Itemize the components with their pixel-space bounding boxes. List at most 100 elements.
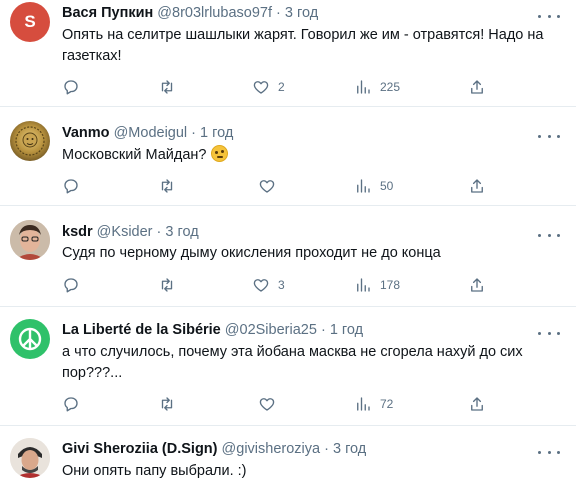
- author-handle[interactable]: @givisheroziya: [222, 441, 321, 457]
- tweet[interactable]: S Вася Пупкин @8r03lrlubaso97f · 3 год О…: [0, 0, 576, 107]
- share-button[interactable]: [468, 275, 486, 295]
- more-icon[interactable]: [538, 327, 560, 339]
- face-with-rolling-eyes-icon: [210, 145, 228, 162]
- avatar[interactable]: [10, 220, 50, 260]
- avatar[interactable]: S: [10, 2, 50, 42]
- reply-icon: [64, 80, 78, 95]
- author-name[interactable]: ksdr: [62, 224, 93, 240]
- tweet-header: Вася Пупкин @8r03lrlubaso97f · 3 год: [62, 3, 530, 23]
- tweet-text: Они опять папу выбрали. :): [62, 463, 247, 479]
- action-bar: 2 225: [62, 77, 492, 97]
- tweet-text: Московский Майдан?: [62, 145, 560, 166]
- author-name[interactable]: Vanmo: [62, 125, 110, 141]
- views-count: 178: [380, 278, 401, 292]
- lion-emblem-icon: [15, 126, 45, 156]
- timestamp[interactable]: 3 год: [165, 224, 198, 240]
- like-icon: [259, 180, 275, 193]
- views-icon: [357, 179, 370, 193]
- views-icon: [357, 397, 370, 411]
- like-count: 2: [278, 80, 285, 94]
- retweet-icon: [161, 179, 173, 193]
- share-icon: [471, 397, 483, 411]
- author-handle[interactable]: @8r03lrlubaso97f: [157, 5, 272, 21]
- views-icon: [357, 278, 370, 292]
- more-icon[interactable]: [538, 10, 560, 22]
- avatar[interactable]: [10, 121, 50, 161]
- tweet-text: а что случилось, почему эта йобана маскв…: [62, 344, 523, 381]
- like-button[interactable]: [258, 176, 276, 196]
- author-name[interactable]: Givi Sheroziia (D.Sign): [62, 441, 218, 457]
- tweet-header: ksdr @Ksider · 3 год: [62, 222, 530, 242]
- tweet-header: Givi Sheroziia (D.Sign) @givisheroziya ·…: [62, 439, 530, 459]
- action-bar: 50: [62, 176, 492, 196]
- share-button[interactable]: [468, 77, 486, 97]
- timestamp[interactable]: 3 год: [333, 441, 366, 457]
- retweet-icon: [161, 278, 173, 292]
- avatar[interactable]: [10, 438, 50, 478]
- share-icon: [471, 179, 483, 193]
- views-count: 50: [380, 179, 394, 193]
- tweet-text-content: Московский Майдан?: [62, 147, 207, 163]
- author-handle[interactable]: @Modeigul: [114, 125, 188, 141]
- tweet-text: Опять на селитре шашлыки жарят. Говорил …: [62, 27, 544, 64]
- views-button[interactable]: 72: [354, 394, 393, 414]
- author-handle[interactable]: @Ksider: [97, 224, 153, 240]
- timestamp[interactable]: 1 год: [200, 125, 233, 141]
- tweet[interactable]: Givi Sheroziia (D.Sign) @givisheroziya ·…: [0, 426, 576, 485]
- tweet-header: Vanmo @Modeigul · 1 год: [62, 123, 530, 143]
- views-button[interactable]: 178: [354, 275, 400, 295]
- author-name[interactable]: La Liberté de la Sibérie: [62, 322, 221, 338]
- reply-button[interactable]: [62, 176, 80, 196]
- user-photo-icon: [10, 438, 50, 478]
- reply-button[interactable]: [62, 394, 80, 414]
- views-count: 225: [380, 80, 401, 94]
- peace-sign-icon: [18, 327, 42, 351]
- separator-dot: ·: [320, 322, 326, 338]
- retweet-button[interactable]: [158, 275, 176, 295]
- like-button[interactable]: 3: [252, 275, 285, 295]
- like-count: 3: [278, 278, 285, 292]
- tweet[interactable]: ksdr @Ksider · 3 год Судя по черному дым…: [0, 206, 576, 307]
- retweet-button[interactable]: [158, 77, 176, 97]
- tweet-header: La Liberté de la Sibérie @02Siberia25 · …: [62, 320, 530, 340]
- tweet-text: Судя по черному дыму окисления проходит …: [62, 245, 441, 261]
- share-icon: [471, 80, 483, 94]
- like-icon: [259, 398, 275, 411]
- reply-icon: [64, 397, 78, 412]
- like-button[interactable]: [258, 394, 276, 414]
- retweet-button[interactable]: [158, 176, 176, 196]
- share-button[interactable]: [468, 394, 486, 414]
- like-icon: [253, 279, 269, 292]
- more-icon[interactable]: [538, 446, 560, 458]
- avatar[interactable]: [10, 319, 50, 359]
- reply-icon: [64, 278, 78, 293]
- retweet-button[interactable]: [158, 394, 176, 414]
- reply-button[interactable]: [62, 275, 80, 295]
- retweet-icon: [161, 397, 173, 411]
- more-icon[interactable]: [538, 130, 560, 142]
- share-icon: [471, 278, 483, 292]
- views-button[interactable]: 225: [354, 77, 400, 97]
- timestamp[interactable]: 3 год: [285, 5, 318, 21]
- user-photo-icon: [10, 220, 50, 260]
- author-name[interactable]: Вася Пупкин: [62, 5, 153, 21]
- reply-icon: [64, 179, 78, 194]
- action-bar: 72: [62, 394, 492, 414]
- like-icon: [253, 81, 269, 94]
- like-button[interactable]: 2: [252, 77, 285, 97]
- share-button[interactable]: [468, 176, 486, 196]
- separator-dot: ·: [276, 5, 281, 21]
- tweet[interactable]: La Liberté de la Sibérie @02Siberia25 · …: [0, 307, 576, 426]
- author-handle[interactable]: @02Siberia25: [225, 322, 317, 338]
- more-icon[interactable]: [538, 229, 560, 241]
- timestamp[interactable]: 1 год: [330, 322, 363, 338]
- action-bar: 3 178: [62, 275, 492, 295]
- tweet[interactable]: Vanmo @Modeigul · 1 год Московский Майда…: [0, 107, 576, 206]
- views-count: 72: [380, 397, 394, 411]
- separator-dot: ·: [156, 224, 162, 240]
- views-button[interactable]: 50: [354, 176, 393, 196]
- separator-dot: ·: [191, 125, 197, 141]
- reply-button[interactable]: [62, 77, 80, 97]
- retweet-icon: [161, 80, 173, 94]
- views-icon: [357, 80, 370, 94]
